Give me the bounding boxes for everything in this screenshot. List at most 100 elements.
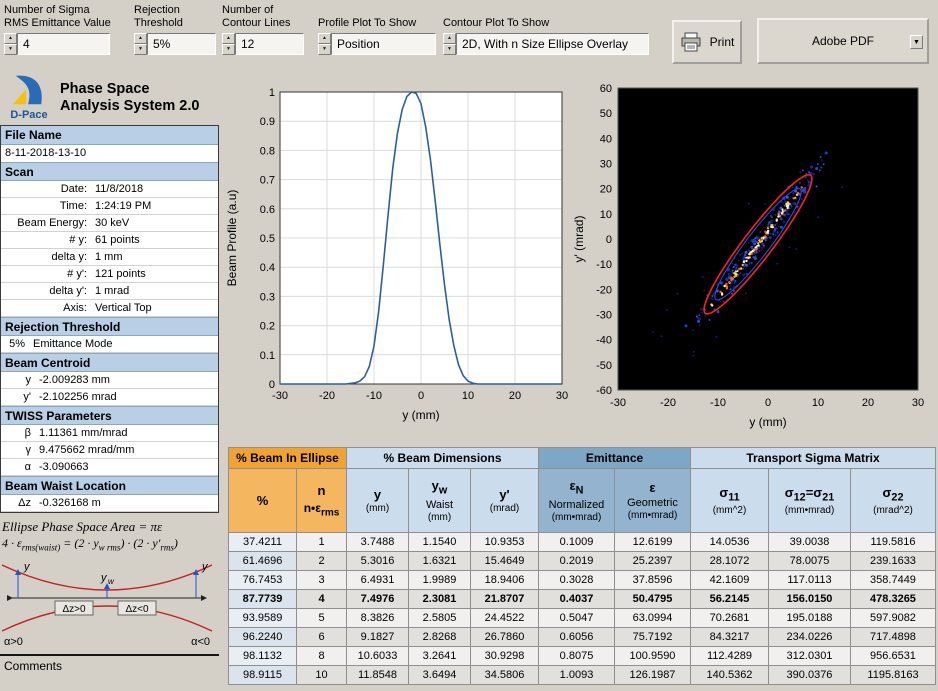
svg-text:-10: -10 — [366, 390, 382, 402]
svg-text:-20: -20 — [596, 284, 612, 296]
table-cell: 10.9353 — [471, 533, 539, 552]
info-row: γ9.475662 mrad/mm — [1, 442, 218, 459]
info-value: Vertical Top — [93, 302, 218, 314]
table-row: 61.469625.30161.632115.46490.201925.2397… — [229, 552, 936, 571]
contour-plot-background — [618, 88, 918, 390]
table-cell: 1.6321 — [409, 552, 471, 571]
printer-icon — [680, 32, 702, 52]
table-cell: 30.9298 — [471, 647, 539, 666]
profile-plot-value-field[interactable]: Position — [331, 33, 436, 55]
table-column-header: εNNormalized(mm•mrad) — [539, 469, 615, 533]
yw-label-base: y — [100, 572, 108, 584]
ellipse-area-note: Ellipse Phase Space Area = πε — [0, 513, 219, 536]
sigma-spinner[interactable]: ▲ ▼ 4 — [4, 33, 110, 55]
svg-text:-30: -30 — [596, 310, 612, 322]
decrement-button[interactable]: ▼ — [4, 44, 17, 55]
table-cell: 358.7449 — [851, 571, 936, 590]
table-cell: 234.0226 — [769, 628, 851, 647]
rejection-label: Rejection Threshold — [134, 4, 183, 30]
svg-text:60: 60 — [600, 83, 612, 95]
table-cell: 100.9590 — [615, 647, 691, 666]
profile-plot-select[interactable]: ▲ ▼ Position — [318, 33, 436, 55]
table-row: 37.421113.74881.154010.93530.100912.6199… — [229, 533, 936, 552]
table-cell: 25.2397 — [615, 552, 691, 571]
table-cell: 18.9406 — [471, 571, 539, 590]
table-cell: 6.4931 — [347, 571, 409, 590]
table-group-header: Emittance — [539, 448, 691, 469]
svg-text:-60: -60 — [596, 385, 612, 397]
info-row: Beam Energy:30 keV — [1, 215, 218, 232]
file-name-header: File Name — [1, 126, 218, 145]
table-cell: 0.2019 — [539, 552, 615, 571]
svg-text:-10: -10 — [596, 259, 612, 271]
decrement-button[interactable]: ▼ — [443, 44, 456, 55]
table-cell: 5.3016 — [347, 552, 409, 571]
svg-text:-30: -30 — [610, 397, 626, 409]
contour-lines-spin-buttons[interactable]: ▲ ▼ — [222, 33, 235, 55]
table-cell: 28.1072 — [691, 552, 769, 571]
table-cell: 37.8596 — [615, 571, 691, 590]
table-cell: 34.5806 — [471, 666, 539, 685]
increment-button[interactable]: ▲ — [318, 33, 331, 44]
sidebar: D-Pace Phase Space Analysis System 2.0 F… — [0, 74, 219, 673]
adobe-pdf-dropdown-arrow[interactable]: ▼ — [910, 35, 923, 49]
info-value: -3.090663 — [37, 461, 218, 473]
contour-lines-spinner[interactable]: ▲ ▼ 12 — [222, 33, 304, 55]
table-cell: 37.4211 — [229, 533, 297, 552]
contour-plot-label: Contour Plot To Show — [443, 17, 549, 30]
info-row: Axis:Vertical Top — [1, 300, 218, 317]
table-cell: 478.3265 — [851, 590, 936, 609]
table-cell: 140.5362 — [691, 666, 769, 685]
increment-button[interactable]: ▲ — [4, 33, 17, 44]
increment-button[interactable]: ▲ — [134, 33, 147, 44]
svg-text:0: 0 — [269, 379, 275, 391]
table-row: 87.773947.49762.308121.87070.403750.4795… — [229, 590, 936, 609]
contour-lines-value-field[interactable]: 12 — [235, 33, 304, 55]
info-label: β — [1, 427, 37, 439]
table-cell: 2.8268 — [409, 628, 471, 647]
info-label: Beam Energy: — [1, 217, 93, 229]
profile-plot-spin-buttons[interactable]: ▲ ▼ — [318, 33, 331, 55]
table-cell: 156.0150 — [769, 590, 851, 609]
sigma-value-field[interactable]: 4 — [17, 33, 110, 55]
rejection-value-field[interactable]: 5% — [147, 33, 216, 55]
table-cell: 75.7192 — [615, 628, 691, 647]
profile-x-axis-label: y (mm) — [402, 408, 439, 422]
profile-plot: -30-20-10010203000.10.20.30.40.50.60.70.… — [222, 80, 570, 440]
info-value: -0.326168 m — [37, 497, 218, 509]
table-cell: 26.7860 — [471, 628, 539, 647]
sigma-spin-buttons[interactable]: ▲ ▼ — [4, 33, 17, 55]
sigma-label-line2: RMS Emittance Value — [4, 17, 111, 30]
info-label: Axis: — [1, 302, 93, 314]
sigma-label: Number of Sigma RMS Emittance Value — [4, 4, 111, 30]
contour-plot-select[interactable]: ▲ ▼ 2D, With n Size Ellipse Overlay — [443, 33, 649, 55]
beam-waist-diagram: y y w y Δz>0 Δz<0 α>0 α<0 — [0, 555, 214, 649]
contour-plot-value-field[interactable]: 2D, With n Size Ellipse Overlay — [456, 33, 649, 55]
adobe-pdf-button[interactable]: Adobe PDF ▼ — [757, 18, 929, 64]
table-cell: 8 — [297, 647, 347, 666]
svg-text:30: 30 — [912, 397, 924, 409]
rejection-spinner[interactable]: ▲ ▼ 5% — [134, 33, 216, 55]
info-value: 30 keV — [93, 217, 218, 229]
info-row: 5%Emittance Mode — [1, 336, 218, 353]
info-row: Time:1:24:19 PM — [1, 198, 218, 215]
increment-button[interactable]: ▲ — [443, 33, 456, 44]
table-cell: 84.3217 — [691, 628, 769, 647]
print-button[interactable]: Print — [672, 20, 742, 64]
svg-text:40: 40 — [600, 133, 612, 145]
results-table: % Beam In Ellipse% Beam DimensionsEmitta… — [228, 447, 936, 685]
decrement-button[interactable]: ▼ — [222, 44, 235, 55]
table-cell: 0.6056 — [539, 628, 615, 647]
decrement-button[interactable]: ▼ — [134, 44, 147, 55]
table-cell: 717.4898 — [851, 628, 936, 647]
contour-plot-spin-buttons[interactable]: ▲ ▼ — [443, 33, 456, 55]
table-cell: 4 — [297, 590, 347, 609]
beam-waist-header: Beam Waist Location — [1, 476, 218, 495]
rejection-spin-buttons[interactable]: ▲ ▼ — [134, 33, 147, 55]
svg-text:30: 30 — [556, 390, 568, 402]
table-cell: 0.1009 — [539, 533, 615, 552]
info-label: 5% — [1, 338, 31, 350]
decrement-button[interactable]: ▼ — [318, 44, 331, 55]
increment-button[interactable]: ▲ — [222, 33, 235, 44]
table-column-header: y'(mrad) — [471, 469, 539, 533]
